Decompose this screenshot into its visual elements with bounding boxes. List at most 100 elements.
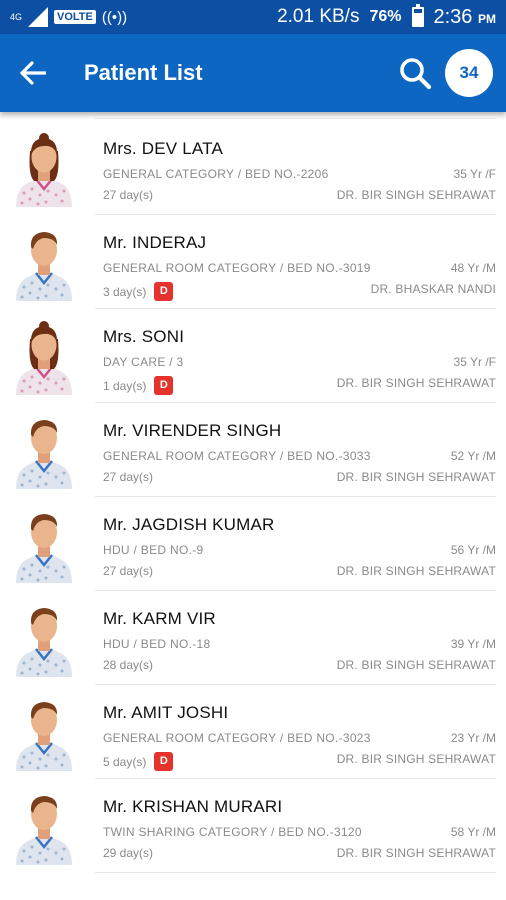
patient-name: Mr. JAGDISH KUMAR bbox=[103, 515, 275, 534]
days-text: 5 day(s) bbox=[103, 754, 147, 769]
patient-doctor: DR. BIR SINGH SEHRAWAT bbox=[336, 846, 496, 860]
battery-icon bbox=[411, 4, 424, 27]
patient-age: 56 Yr /M bbox=[450, 543, 496, 557]
patient-name: Mr. AMIT JOSHI bbox=[103, 703, 229, 722]
back-button[interactable] bbox=[0, 34, 66, 112]
male-patient-avatar-icon bbox=[16, 702, 72, 771]
patient-count-badge[interactable]: 34 bbox=[445, 49, 493, 97]
patient-category: HDU / BED NO.-9 bbox=[103, 543, 204, 557]
male-patient-avatar-icon bbox=[16, 796, 72, 865]
hotspot-icon: ((•)) bbox=[101, 8, 128, 26]
discharge-badge: D bbox=[154, 376, 174, 395]
patient-age: 39 Yr /M bbox=[450, 637, 496, 651]
patient-doctor: DR. BIR SINGH SEHRAWAT bbox=[336, 564, 496, 578]
signal-icon bbox=[28, 7, 48, 27]
patient-avatar bbox=[14, 787, 74, 865]
female-patient-avatar-icon bbox=[16, 133, 72, 207]
patient-list: Mrs. DEV LATA GENERAL CATEGORY / BED NO.… bbox=[0, 112, 506, 900]
status-bar-right: 2.01 KB/s 76% 2:36 PM bbox=[277, 4, 497, 29]
patient-row[interactable]: Mr. JAGDISH KUMAR HDU / BED NO.-9 56 Yr … bbox=[0, 497, 506, 591]
search-button[interactable] bbox=[395, 53, 435, 93]
patient-row[interactable]: Mr. VIRENDER SINGH GENERAL ROOM CATEGORY… bbox=[0, 403, 506, 497]
network-speed: 2.01 KB/s bbox=[277, 6, 360, 27]
patient-info: Mr. KRISHAN MURARI TWIN SHARING CATEGORY… bbox=[103, 779, 496, 873]
patient-avatar bbox=[14, 693, 74, 771]
patient-row[interactable]: Mr. KARM VIR HDU / BED NO.-18 39 Yr /M 2… bbox=[0, 591, 506, 685]
patient-name: Mrs. SONI bbox=[103, 327, 185, 346]
list-top-divider bbox=[95, 118, 496, 119]
days-text: 3 day(s) bbox=[103, 284, 147, 299]
patient-name: Mrs. DEV LATA bbox=[103, 139, 224, 158]
female-patient-avatar-icon bbox=[16, 321, 72, 395]
days-text: 1 day(s) bbox=[103, 378, 147, 393]
patient-age: 35 Yr /F bbox=[453, 355, 496, 369]
patient-avatar bbox=[14, 129, 74, 207]
patient-doctor: DR. BIR SINGH SEHRAWAT bbox=[336, 752, 496, 766]
battery-percent: 76% bbox=[369, 8, 402, 25]
arrow-back-icon bbox=[20, 61, 46, 85]
patient-category: GENERAL ROOM CATEGORY / BED NO.-3033 bbox=[103, 449, 371, 463]
patient-avatar bbox=[14, 411, 74, 489]
patient-row[interactable]: Mr. AMIT JOSHI GENERAL ROOM CATEGORY / B… bbox=[0, 685, 506, 779]
patient-category: HDU / BED NO.-18 bbox=[103, 637, 211, 651]
page-title: Patient List bbox=[84, 60, 203, 85]
patient-days: 3 day(s) D bbox=[103, 282, 174, 301]
patient-info: Mr. VIRENDER SINGH GENERAL ROOM CATEGORY… bbox=[103, 403, 496, 497]
patient-days: 27 day(s) bbox=[103, 188, 153, 202]
patient-name: Mr. KRISHAN MURARI bbox=[103, 797, 283, 816]
patient-info: Mrs. SONI DAY CARE / 3 35 Yr /F 1 day(s)… bbox=[103, 309, 496, 403]
patient-age: 52 Yr /M bbox=[450, 449, 496, 463]
app-bar: Patient List 34 bbox=[0, 34, 506, 112]
patient-name: Mr. VIRENDER SINGH bbox=[103, 421, 282, 440]
days-text: 27 day(s) bbox=[103, 564, 154, 578]
clock-time: 2:36 bbox=[433, 5, 473, 28]
patient-age: 58 Yr /M bbox=[450, 825, 496, 839]
male-patient-avatar-icon bbox=[16, 608, 72, 677]
patient-days: 27 day(s) bbox=[103, 564, 153, 578]
row-divider bbox=[95, 872, 496, 873]
patient-category: DAY CARE / 3 bbox=[103, 355, 184, 369]
battery-fill bbox=[413, 12, 422, 25]
patient-avatar bbox=[14, 317, 74, 395]
patient-avatar bbox=[14, 599, 74, 677]
patient-days: 27 day(s) bbox=[103, 470, 153, 484]
patient-doctor: DR. BIR SINGH SEHRAWAT bbox=[336, 188, 496, 202]
patient-doctor: DR. BHASKAR NANDI bbox=[370, 282, 496, 296]
volte-badge: VOLTE bbox=[54, 10, 96, 24]
clock: 2:36 PM bbox=[434, 6, 497, 29]
discharge-badge: D bbox=[154, 282, 174, 301]
patient-category: GENERAL ROOM CATEGORY / BED NO.-3019 bbox=[103, 261, 371, 275]
patient-avatar bbox=[14, 505, 74, 583]
patient-age: 23 Yr /M bbox=[450, 731, 496, 745]
clock-ampm: PM bbox=[478, 11, 496, 26]
patient-row[interactable]: Mrs. DEV LATA GENERAL CATEGORY / BED NO.… bbox=[0, 121, 506, 215]
patient-days: 29 day(s) bbox=[103, 846, 153, 860]
patient-age: 35 Yr /F bbox=[453, 167, 496, 181]
patient-info: Mrs. DEV LATA GENERAL CATEGORY / BED NO.… bbox=[103, 121, 496, 215]
patient-doctor: DR. BIR SINGH SEHRAWAT bbox=[336, 658, 496, 672]
patient-category: GENERAL ROOM CATEGORY / BED NO.-3023 bbox=[103, 731, 371, 745]
patient-row[interactable]: Mr. INDERAJ GENERAL ROOM CATEGORY / BED … bbox=[0, 215, 506, 309]
patient-doctor: DR. BIR SINGH SEHRAWAT bbox=[336, 470, 496, 484]
patient-row[interactable]: Mr. KRISHAN MURARI TWIN SHARING CATEGORY… bbox=[0, 779, 506, 873]
patient-days: 1 day(s) D bbox=[103, 376, 174, 395]
patient-row[interactable]: Mrs. SONI DAY CARE / 3 35 Yr /F 1 day(s)… bbox=[0, 309, 506, 403]
patient-days: 5 day(s) D bbox=[103, 752, 174, 771]
male-patient-avatar-icon bbox=[16, 514, 72, 583]
patient-name: Mr. INDERAJ bbox=[103, 233, 207, 252]
patient-info: Mr. AMIT JOSHI GENERAL ROOM CATEGORY / B… bbox=[103, 685, 496, 779]
search-icon bbox=[400, 58, 432, 90]
patient-category: TWIN SHARING CATEGORY / BED NO.-3120 bbox=[103, 825, 362, 839]
male-patient-avatar-icon bbox=[16, 232, 72, 301]
patient-age: 48 Yr /M bbox=[450, 261, 496, 275]
patient-doctor: DR. BIR SINGH SEHRAWAT bbox=[336, 376, 496, 390]
discharge-badge: D bbox=[154, 752, 174, 771]
days-text: 27 day(s) bbox=[103, 188, 154, 202]
days-text: 29 day(s) bbox=[103, 846, 154, 860]
network-type: 4G bbox=[10, 11, 23, 22]
patient-category: GENERAL CATEGORY / BED NO.-2206 bbox=[103, 167, 329, 181]
days-text: 28 day(s) bbox=[103, 658, 154, 672]
patient-info: Mr. INDERAJ GENERAL ROOM CATEGORY / BED … bbox=[103, 215, 496, 309]
patient-info: Mr. JAGDISH KUMAR HDU / BED NO.-9 56 Yr … bbox=[103, 497, 496, 591]
patient-name: Mr. KARM VIR bbox=[103, 609, 216, 628]
